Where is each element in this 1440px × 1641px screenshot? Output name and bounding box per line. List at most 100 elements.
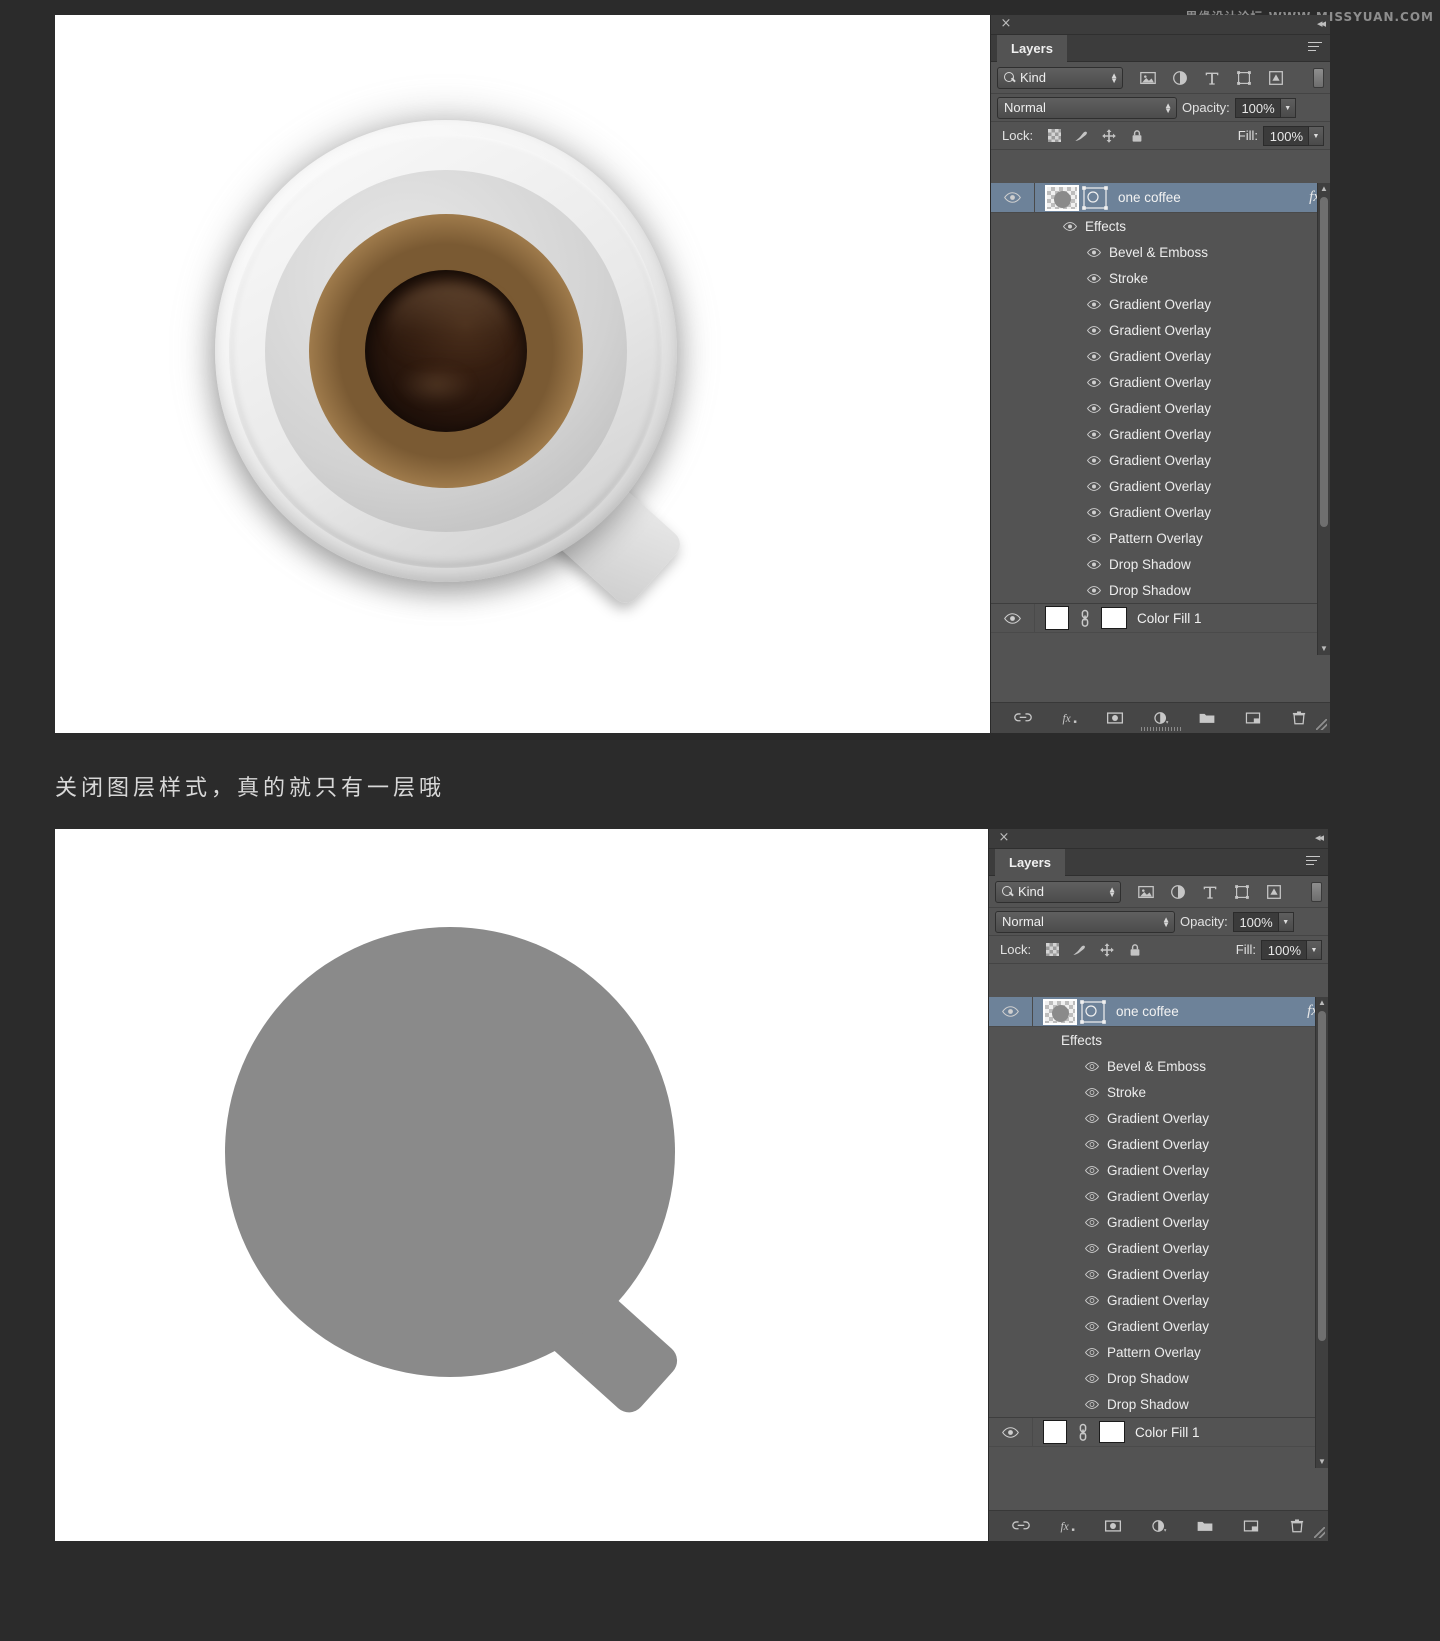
eye-icon[interactable] (1085, 1139, 1099, 1149)
filter-toggle-icon[interactable] (1311, 881, 1322, 902)
eye-icon[interactable] (1087, 325, 1101, 335)
effect-row[interactable]: Pattern Overlay (991, 525, 1330, 551)
link-mask-icon[interactable] (1077, 608, 1093, 628)
effect-row[interactable]: Gradient Overlay (989, 1209, 1328, 1235)
delete-layer-icon[interactable] (1288, 1517, 1306, 1535)
eye-icon[interactable] (1085, 1087, 1099, 1097)
adjustment-filter-icon[interactable] (1169, 883, 1187, 901)
link-layers-icon[interactable] (1011, 1517, 1030, 1535)
lock-position-icon[interactable] (1099, 942, 1115, 958)
effects-group-row[interactable]: Effects (989, 1027, 1328, 1053)
effect-row[interactable]: Gradient Overlay (991, 291, 1330, 317)
layer-list-scrollbar[interactable]: ▲ ▼ (1315, 997, 1328, 1468)
effect-row[interactable]: Gradient Overlay (991, 343, 1330, 369)
effect-row[interactable]: Bevel & Emboss (991, 239, 1330, 265)
eye-icon[interactable] (1085, 1321, 1099, 1331)
eye-icon[interactable] (1085, 1399, 1099, 1409)
lock-transparent-pixels-icon[interactable] (1046, 943, 1060, 956)
fill-color-thumbnail[interactable] (1043, 1420, 1067, 1444)
eye-icon[interactable] (1087, 559, 1101, 569)
scroll-up-icon[interactable]: ▲ (1316, 997, 1328, 1009)
eye-icon[interactable] (1087, 585, 1101, 595)
vector-mask-thumbnail[interactable] (1082, 185, 1108, 210)
effect-row[interactable]: Pattern Overlay (989, 1339, 1328, 1365)
panel-resize-handle[interactable] (1314, 1527, 1325, 1538)
effect-row[interactable]: Gradient Overlay (989, 1157, 1328, 1183)
effect-row[interactable]: Drop Shadow (989, 1391, 1328, 1417)
effect-row[interactable]: Gradient Overlay (991, 473, 1330, 499)
effect-row[interactable]: Gradient Overlay (989, 1287, 1328, 1313)
effect-row[interactable]: Gradient Overlay (989, 1131, 1328, 1157)
eye-icon[interactable] (1087, 507, 1101, 517)
eye-icon[interactable] (1087, 481, 1101, 491)
effect-row[interactable]: Gradient Overlay (989, 1261, 1328, 1287)
eye-icon[interactable] (1087, 351, 1101, 361)
eye-icon[interactable] (1087, 403, 1101, 413)
type-filter-icon[interactable] (1201, 883, 1219, 901)
layer-visibility-toggle[interactable] (991, 604, 1035, 632)
eye-icon[interactable] (1085, 1113, 1099, 1123)
collapse-panel-icon[interactable]: ◂◂ (1315, 831, 1324, 844)
eye-icon[interactable] (1085, 1191, 1099, 1201)
fill-input[interactable]: 100% (1263, 125, 1309, 146)
eye-icon[interactable] (1085, 1243, 1099, 1253)
fill-input[interactable]: 100% (1261, 939, 1307, 960)
add-layer-mask-icon[interactable] (1104, 1517, 1122, 1535)
link-mask-icon[interactable] (1075, 1422, 1091, 1442)
layer-name[interactable]: Color Fill 1 (1137, 611, 1202, 626)
eye-icon[interactable] (1085, 1061, 1099, 1071)
layer-thumbnails[interactable] (1033, 1420, 1125, 1444)
panel-resize-handle[interactable] (1316, 719, 1327, 730)
effect-row[interactable]: Gradient Overlay (991, 499, 1330, 525)
layer-list[interactable]: one coffee fx Effects Bevel & Emboss Str… (989, 997, 1328, 1468)
layer-thumbnails[interactable] (1033, 998, 1106, 1025)
opacity-input[interactable]: 100% (1234, 97, 1281, 118)
layer-thumbnails[interactable] (1035, 184, 1108, 211)
opacity-stepper[interactable]: ▼ (1280, 97, 1296, 118)
lock-position-icon[interactable] (1101, 128, 1117, 144)
shape-filter-icon[interactable] (1233, 883, 1251, 901)
blend-mode-select[interactable]: Normal ▲ ▼ (995, 910, 1175, 933)
panel-menu-icon[interactable] (1306, 856, 1320, 868)
collapse-panel-icon[interactable]: ◂◂ (1317, 17, 1326, 30)
fill-stepper[interactable]: ▼ (1309, 125, 1324, 146)
effect-row[interactable]: Gradient Overlay (989, 1235, 1328, 1261)
scroll-down-icon[interactable]: ▼ (1316, 1456, 1328, 1468)
panel-gripper[interactable] (1140, 727, 1181, 731)
layer-name[interactable]: Color Fill 1 (1135, 1425, 1200, 1440)
layer-list[interactable]: one coffee fx Effects Bevel & Emboss Str… (991, 183, 1330, 655)
effect-row[interactable]: Stroke (991, 265, 1330, 291)
lock-image-pixels-icon[interactable] (1071, 942, 1087, 958)
effect-row[interactable]: Gradient Overlay (991, 369, 1330, 395)
blend-mode-select[interactable]: Normal ▲ ▼ (997, 96, 1177, 119)
smart-object-filter-icon[interactable] (1267, 69, 1285, 87)
type-filter-icon[interactable] (1203, 69, 1221, 87)
adjustment-filter-icon[interactable] (1171, 69, 1189, 87)
fill-color-thumbnail[interactable] (1045, 606, 1069, 630)
effect-row[interactable]: Drop Shadow (989, 1365, 1328, 1391)
layer-row-color-fill-1[interactable]: Color Fill 1 (989, 1417, 1328, 1447)
layer-thumbnail[interactable] (1045, 184, 1079, 211)
layer-list-scrollbar[interactable]: ▲ ▼ (1317, 183, 1330, 655)
effect-row[interactable]: Bevel & Emboss (989, 1053, 1328, 1079)
eye-icon[interactable] (1085, 1347, 1099, 1357)
new-group-icon[interactable] (1196, 1517, 1214, 1535)
eye-icon[interactable] (1087, 273, 1101, 283)
smart-object-filter-icon[interactable] (1265, 883, 1283, 901)
lock-all-icon[interactable] (1129, 128, 1145, 144)
eye-icon[interactable] (1087, 247, 1101, 257)
lock-transparent-pixels-icon[interactable] (1048, 129, 1062, 142)
layer-visibility-toggle[interactable] (989, 1418, 1033, 1446)
scroll-up-icon[interactable]: ▲ (1318, 183, 1330, 195)
shape-filter-icon[interactable] (1235, 69, 1253, 87)
eye-icon[interactable] (1087, 377, 1101, 387)
scrollbar-thumb[interactable] (1318, 1011, 1326, 1341)
vector-mask-thumbnail[interactable] (1080, 999, 1106, 1024)
layer-row-color-fill-1[interactable]: Color Fill 1 (991, 603, 1330, 633)
eye-icon[interactable] (1085, 1295, 1099, 1305)
new-layer-icon[interactable] (1242, 1517, 1260, 1535)
layer-row-one-coffee[interactable]: one coffee fx (991, 183, 1330, 213)
filter-toggle-icon[interactable] (1313, 67, 1324, 88)
effect-row[interactable]: Gradient Overlay (991, 421, 1330, 447)
tab-layers[interactable]: Layers (997, 35, 1067, 62)
